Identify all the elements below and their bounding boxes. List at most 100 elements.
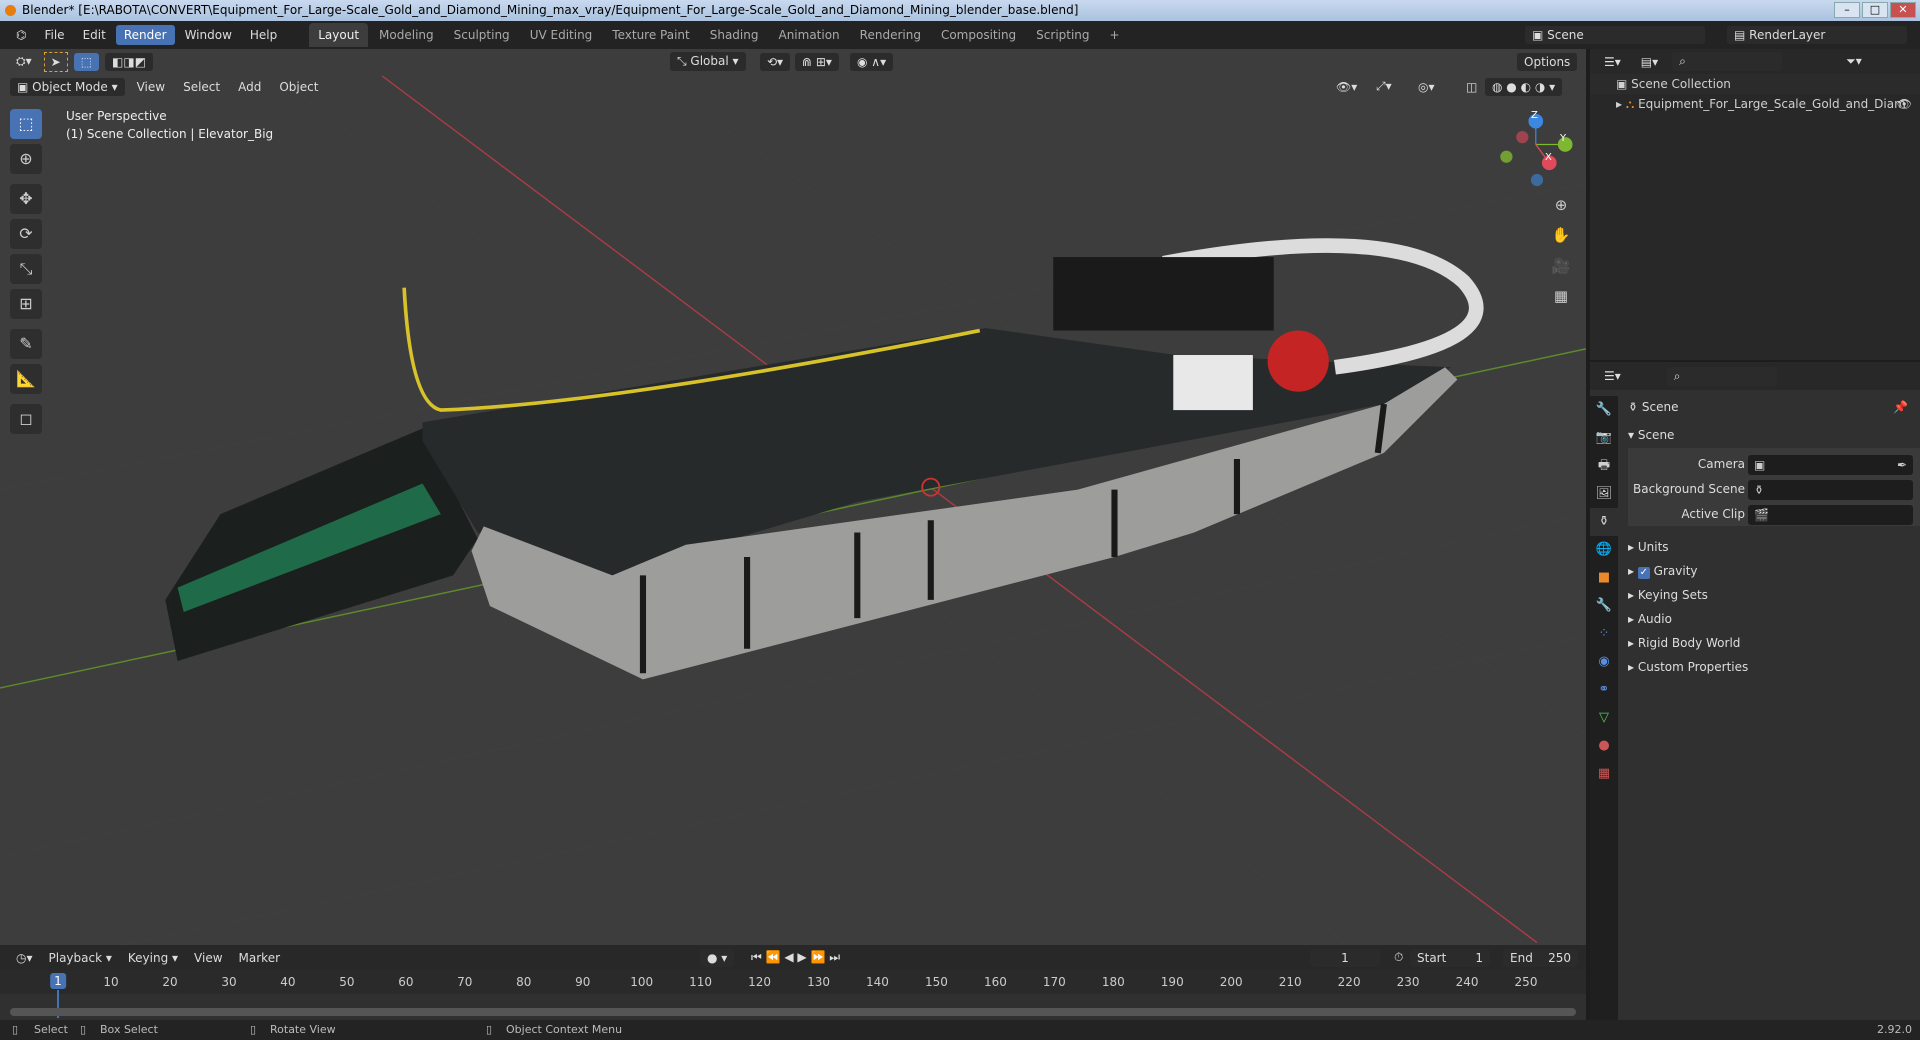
eyedropper-icon[interactable]: ✒: [1897, 455, 1907, 475]
menu-edit[interactable]: Edit: [75, 25, 114, 45]
select-mode-new[interactable]: ⬚: [73, 52, 100, 71]
section-keying-sets[interactable]: ▸ Keying Sets: [1628, 584, 1912, 606]
3d-viewport[interactable]: Z Y X ⛭▾ ➤ ⬚ ◧◨◩ ⤡ Global ▾ ⟲▾ ⋒ ⊞▾ ◉ ∧▾…: [0, 49, 1586, 945]
outliner-scene-collection[interactable]: ▣ Scene Collection: [1590, 74, 1920, 94]
display-mode-icon[interactable]: ▤▾: [1635, 53, 1664, 71]
end-frame-field[interactable]: End 250: [1503, 948, 1578, 967]
section-custom-properties[interactable]: ▸ Custom Properties: [1628, 656, 1912, 678]
menu-select[interactable]: Select: [177, 78, 226, 96]
preview-range-icon[interactable]: ⏱: [1388, 948, 1409, 967]
menu-keying[interactable]: Keying ▾: [122, 949, 184, 967]
menu-playback[interactable]: Playback ▾: [43, 949, 118, 967]
texture-tab-icon[interactable]: ▦: [1590, 760, 1618, 788]
snap-toggle[interactable]: ⋒ ⊞▾: [795, 52, 839, 71]
auto-keying-toggle[interactable]: ● ▾: [700, 948, 735, 967]
add-workspace-button[interactable]: +: [1101, 23, 1129, 47]
shading-mode-buttons[interactable]: ◍ ● ◐ ◑ ▾: [1485, 77, 1563, 96]
menu-window[interactable]: Window: [177, 25, 240, 45]
view-layer-tab-icon[interactable]: 🖼: [1590, 480, 1618, 508]
options-dropdown[interactable]: Options: [1517, 52, 1578, 71]
proportional-edit-toggle[interactable]: ◉ ∧▾: [850, 52, 894, 71]
properties-search-input[interactable]: ⌕: [1666, 366, 1777, 386]
transform-tool-icon[interactable]: ⊞: [10, 289, 42, 319]
select-box-tool-icon[interactable]: ⬚: [10, 109, 42, 139]
editor-type-icon[interactable]: ⛭▾: [10, 52, 38, 71]
pan-hand-icon[interactable]: ✋: [1548, 222, 1574, 248]
tab-modeling[interactable]: Modeling: [370, 23, 443, 47]
output-tab-icon[interactable]: 🖶: [1590, 452, 1618, 480]
section-units[interactable]: ▸ Units: [1628, 536, 1912, 558]
pivot-point-dropdown[interactable]: ⟲▾: [760, 52, 791, 71]
menu-add[interactable]: Add: [232, 78, 267, 96]
physics-tab-icon[interactable]: ◉: [1590, 648, 1618, 676]
tab-compositing[interactable]: Compositing: [932, 23, 1025, 47]
menu-view[interactable]: View: [131, 78, 171, 96]
tab-rendering[interactable]: Rendering: [851, 23, 930, 47]
menu-file[interactable]: File: [36, 25, 72, 45]
tab-scripting[interactable]: Scripting: [1027, 23, 1098, 47]
object-tab-icon[interactable]: ■: [1590, 564, 1618, 592]
scene-panel-header[interactable]: ▾ Scene: [1628, 424, 1912, 446]
active-clip-field[interactable]: 🎬: [1748, 505, 1913, 525]
material-tab-icon[interactable]: ●: [1590, 732, 1618, 760]
tab-animation[interactable]: Animation: [769, 23, 848, 47]
menu-object[interactable]: Object: [273, 78, 324, 96]
section-audio[interactable]: ▸ Audio: [1628, 608, 1912, 630]
ortho-toggle-icon[interactable]: ▦: [1548, 283, 1574, 309]
background-scene-field[interactable]: ⚱: [1748, 480, 1913, 500]
outliner-search-input[interactable]: ⌕: [1672, 52, 1783, 71]
playback-controls[interactable]: ⏮ ⏪ ◀ ▶ ⏩ ⏭: [745, 948, 846, 967]
gizmo-z-label[interactable]: Z: [1531, 110, 1538, 121]
visibility-icon[interactable]: 👁▾: [1330, 78, 1363, 96]
tab-uv-editing[interactable]: UV Editing: [521, 23, 602, 47]
move-tool-icon[interactable]: ✥: [10, 184, 42, 214]
view-layer-selector[interactable]: ▤ RenderLayer: [1727, 26, 1907, 44]
transform-orientation-dropdown[interactable]: ⤡ Global ▾: [670, 52, 746, 71]
maximize-button[interactable]: □: [1862, 2, 1888, 18]
modifier-tab-icon[interactable]: 🔧: [1590, 592, 1618, 620]
timeline-scrollbar[interactable]: [10, 1008, 1576, 1016]
blender-menu-icon[interactable]: ⌬: [8, 25, 34, 45]
zoom-icon[interactable]: ⊕: [1548, 192, 1574, 218]
select-mode-extend[interactable]: ◧◨◩: [105, 52, 154, 71]
xray-toggle-icon[interactable]: ◫: [1460, 78, 1483, 96]
frame-ruler[interactable]: 1 10 20 30 40 50 60 70 80 90 100 110 120 130 140 150 160…: [0, 970, 1586, 994]
mode-dropdown[interactable]: ▣ Object Mode ▾: [10, 77, 125, 96]
gravity-checkbox[interactable]: ✓: [1637, 567, 1650, 579]
scene-selector[interactable]: ▣ Scene: [1525, 26, 1705, 44]
section-rigid-body-world[interactable]: ▸ Rigid Body World: [1628, 632, 1912, 654]
select-tool-icon[interactable]: ➤: [43, 51, 68, 72]
close-button[interactable]: ✕: [1890, 2, 1916, 18]
gizmo-x-label[interactable]: X: [1545, 152, 1552, 163]
gizmo-toggle-icon[interactable]: ⤢▾: [1370, 77, 1398, 96]
minimize-button[interactable]: –: [1834, 2, 1860, 18]
constraints-tab-icon[interactable]: ⚭: [1590, 676, 1618, 704]
outliner-editor-type-icon[interactable]: ☰▾: [1598, 53, 1627, 71]
filter-icon[interactable]: ⏷▾: [1840, 52, 1868, 71]
menu-view-timeline[interactable]: View: [188, 949, 228, 967]
tab-sculpting[interactable]: Sculpting: [445, 23, 519, 47]
measure-tool-icon[interactable]: 📐: [10, 364, 42, 394]
cursor-tool-icon[interactable]: ⊕: [10, 144, 42, 174]
tab-layout[interactable]: Layout: [309, 23, 369, 47]
data-tab-icon[interactable]: ▽: [1590, 704, 1618, 732]
camera-view-icon[interactable]: 🎥: [1548, 253, 1574, 279]
rotate-tool-icon[interactable]: ⟳: [10, 219, 42, 249]
scale-tool-icon[interactable]: ⤡: [10, 254, 42, 284]
section-gravity[interactable]: ▸ ✓ Gravity: [1628, 560, 1912, 582]
overlays-toggle-icon[interactable]: ◎▾: [1412, 78, 1441, 96]
menu-marker[interactable]: Marker: [233, 949, 286, 967]
world-tab-icon[interactable]: 🌐: [1590, 536, 1618, 564]
menu-render[interactable]: Render: [115, 25, 175, 45]
camera-field[interactable]: ▣ ✒: [1748, 455, 1913, 475]
gizmo-y-label[interactable]: Y: [1560, 133, 1566, 144]
pin-icon[interactable]: 📌: [1893, 396, 1908, 418]
annotate-tool-icon[interactable]: ✎: [10, 329, 42, 359]
timeline-editor-type-icon[interactable]: ◷▾: [10, 949, 39, 967]
add-cube-tool-icon[interactable]: ◻: [10, 404, 42, 434]
current-frame-field[interactable]: 1: [1310, 948, 1380, 967]
start-frame-field[interactable]: Start 1: [1410, 948, 1490, 967]
scene-tab-icon[interactable]: ⚱: [1590, 508, 1618, 536]
tab-shading[interactable]: Shading: [701, 23, 768, 47]
menu-help[interactable]: Help: [242, 25, 285, 45]
